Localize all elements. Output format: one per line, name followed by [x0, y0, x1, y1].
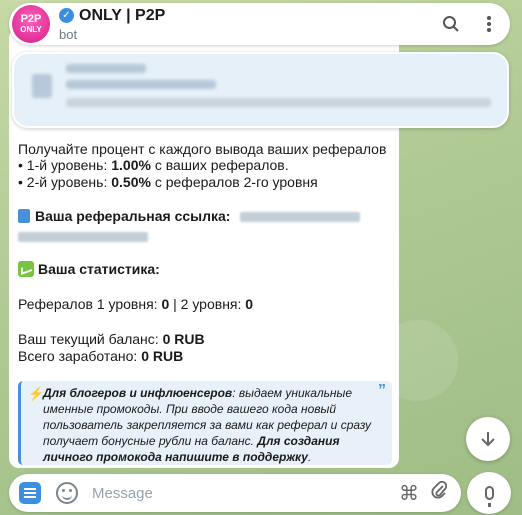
more-vertical-icon[interactable]	[472, 7, 506, 41]
referrals-line: Рефералов 1 уровня: 0 | 2 уровня: 0	[18, 295, 393, 313]
level2-value: 0.50%	[111, 174, 151, 190]
quote-bold1: Для блогеров и инфлюенсеров	[43, 386, 233, 400]
ref-link-label: Ваша реферальная ссылка:	[35, 208, 231, 224]
level1-prefix: • 1-й уровень:	[18, 157, 112, 173]
balance-line: Ваш текущий баланс: 0 RUB	[18, 330, 393, 348]
ref-link-line2	[18, 227, 393, 245]
avatar-text-top: P2P	[20, 13, 42, 25]
level2-prefix: • 2-й уровень:	[18, 174, 112, 190]
avatar[interactable]: P2P ONLY	[12, 5, 50, 43]
chart-up-icon	[18, 261, 34, 277]
ref-link-line: Ваша реферальная ссылка:	[18, 207, 393, 225]
level1-value: 1.00%	[111, 157, 151, 173]
level1-line: • 1-й уровень: 1.00% с ваших рефералов.	[18, 156, 393, 174]
clipboard-icon	[18, 209, 30, 223]
intro-text: Получайте процент с каждого вывода ваших…	[18, 141, 387, 157]
balance-prefix: Ваш текущий баланс:	[18, 331, 163, 347]
reply-preview-card[interactable]	[12, 52, 509, 128]
lightning-icon: ⚡	[28, 386, 45, 401]
verified-icon: ✓	[59, 8, 74, 23]
referrals-prefix: Рефералов 1 уровня:	[18, 296, 162, 312]
quote-text2: .	[307, 450, 312, 464]
referrals-l2-value: 0	[245, 296, 254, 312]
quote-block: ⚡ ” Для блогеров и инфлюенсеров: выдаем …	[18, 381, 392, 465]
message-composer: ⌘	[9, 474, 461, 512]
preview-thumbnail	[32, 74, 52, 98]
microphone-icon	[484, 486, 494, 507]
level2-suffix: с рефералов 2-го уровня	[150, 174, 318, 190]
emoji-icon[interactable]	[56, 482, 78, 504]
referrals-sep: | 2 уровня:	[169, 296, 246, 312]
ref-link-value-cont[interactable]	[18, 232, 148, 243]
message-input[interactable]	[92, 484, 399, 502]
microphone-button[interactable]	[467, 472, 511, 514]
ref-link-value[interactable]	[240, 212, 361, 223]
chat-header[interactable]: P2P ONLY ✓ ONLY | P2P bot	[9, 3, 510, 45]
preview-blur-line	[66, 64, 146, 73]
attach-icon[interactable]	[431, 480, 448, 506]
preview-blur-line	[66, 98, 491, 107]
avatar-text-bottom: ONLY	[20, 25, 42, 34]
earned-line: Всего заработано: 0 RUB	[18, 347, 393, 365]
stats-label: Ваша статистика:	[38, 261, 160, 277]
stats-heading: Ваша статистика:	[18, 260, 393, 278]
command-icon[interactable]: ⌘	[399, 481, 419, 506]
arrow-down-icon	[481, 432, 495, 447]
level1-suffix: с ваших рефералов.	[150, 157, 289, 173]
earned-prefix: Всего заработано:	[18, 348, 142, 364]
earned-value: 0 RUB	[141, 348, 184, 364]
search-icon[interactable]	[434, 7, 468, 41]
balance-value: 0 RUB	[162, 331, 205, 347]
level2-line: • 2-й уровень: 0.50% с рефералов 2-го ур…	[18, 173, 393, 191]
preview-blur-line	[66, 80, 216, 89]
quote-icon: ”	[378, 382, 386, 399]
chat-title-block[interactable]: ✓ ONLY | P2P bot	[59, 7, 434, 42]
scroll-down-button[interactable]	[466, 417, 510, 461]
chat-title: ONLY | P2P	[79, 6, 166, 24]
bot-menu-button[interactable]	[19, 482, 41, 504]
chat-subtitle: bot	[59, 26, 78, 42]
